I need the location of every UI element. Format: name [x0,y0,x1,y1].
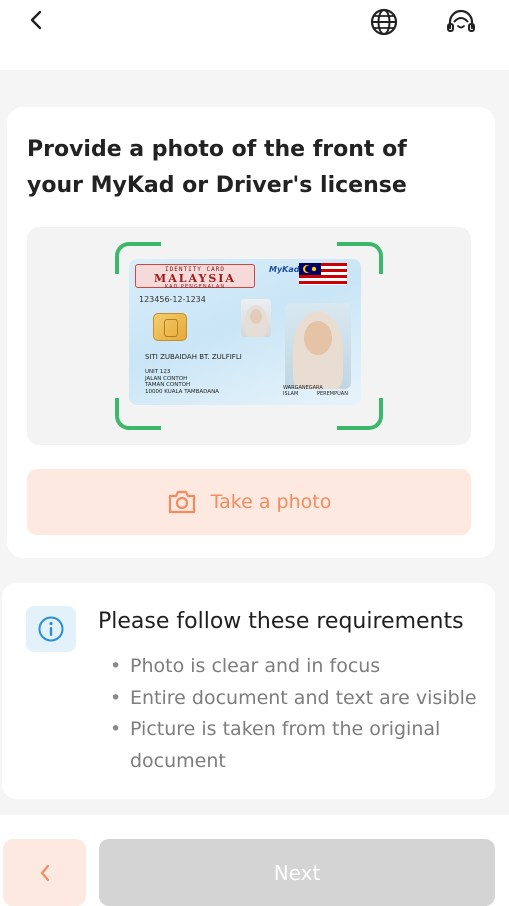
info-badge [26,606,76,652]
upload-card: Provide a photo of the front of your MyK… [7,107,495,558]
requirements-list: Photo is clear and in focus Entire docum… [110,651,480,777]
requirements-title: Please follow these requirements [98,609,464,634]
holder-photo [285,303,351,389]
top-bar [0,0,509,70]
gender: PEREMPUAN [317,391,348,397]
next-button[interactable]: Next [99,839,495,906]
camera-icon [168,490,195,514]
previous-button[interactable] [3,839,86,906]
requirement-item: Picture is taken from the original docum… [110,714,480,777]
requirements-card: Please follow these requirements Photo i… [2,583,495,799]
id-card-banner: IDENTITY CARD MALAYSIA KAD PENGENALAN [135,264,255,290]
footer-bar: Next [0,815,509,906]
banner-line-2: MALAYSIA [154,272,236,285]
chevron-left-icon [40,864,49,881]
page-title: Provide a photo of the front of your MyK… [27,137,407,198]
scan-frame: IDENTITY CARD MALAYSIA KAD PENGENALAN My… [115,242,383,430]
back-button[interactable] [22,6,50,34]
globe-icon [370,8,398,36]
id-number: 123456-12-1234 [139,295,206,304]
malaysia-flag-icon [299,263,347,285]
language-button[interactable] [368,6,400,38]
requirement-item: Photo is clear and in focus [110,651,480,683]
sample-id-card: IDENTITY CARD MALAYSIA KAD PENGENALAN My… [129,259,361,405]
take-photo-button[interactable]: Take a photo [27,469,471,535]
headset-icon [447,9,475,32]
chip-icon [153,313,187,341]
take-photo-label: Take a photo [210,491,332,513]
ghost-photo [241,299,271,337]
religion: ISLAM [283,391,299,397]
support-button[interactable] [444,6,478,38]
chevron-left-icon [30,10,42,30]
mykad-logo: MyKad [269,265,300,274]
requirement-item: Entire document and text are visible [110,683,480,715]
holder-name: SITI ZUBAIDAH BT. ZULFIFLI [145,353,242,361]
document-preview: IDENTITY CARD MALAYSIA KAD PENGENALAN My… [27,227,471,445]
holder-address: UNIT 123 JALAN CONTOH TAMAN CONTOH 10000… [145,369,219,395]
info-icon [38,616,64,642]
